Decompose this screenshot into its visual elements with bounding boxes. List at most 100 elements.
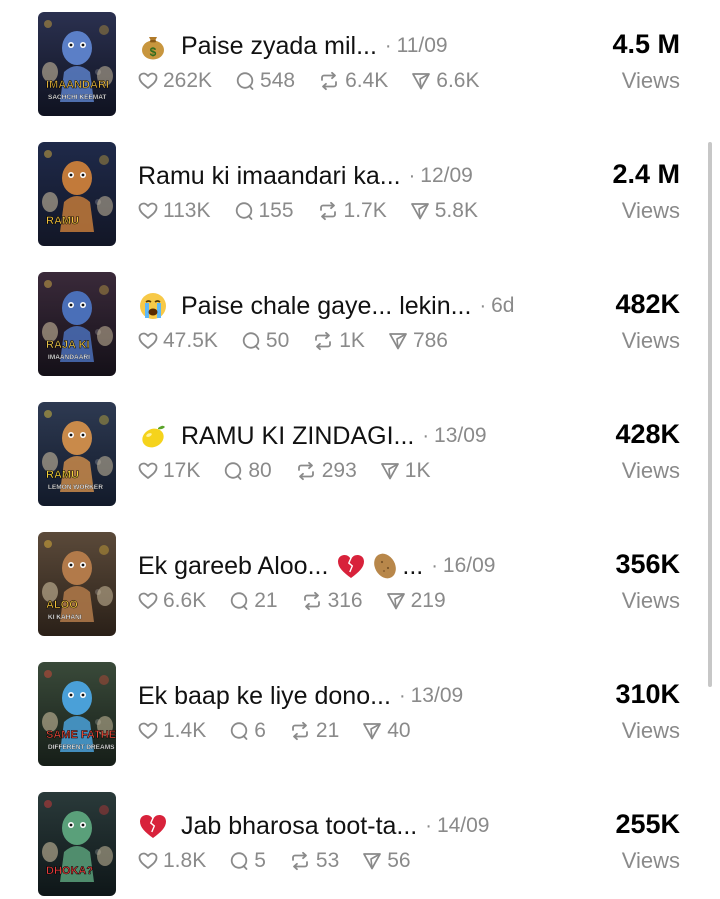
comments-stat: 155 xyxy=(234,199,294,223)
likes-count: 17K xyxy=(163,459,201,482)
likes-count: 1.8K xyxy=(163,849,207,872)
video-row[interactable]: IMAANDARI SACHCHI KEEMAT $ Paise zyada mil.… xyxy=(0,12,705,116)
share-icon xyxy=(362,721,387,741)
thumbnail-text: LEMON WORKER xyxy=(48,484,103,491)
likes-count: 1.4K xyxy=(163,719,207,742)
heart-icon xyxy=(138,721,163,741)
thumbnail-text: RAJA KI xyxy=(46,339,90,351)
video-thumbnail[interactable]: RAMU LEMON WORKER xyxy=(38,402,116,506)
video-stats: 47.5K 50 1K 786 xyxy=(138,326,448,356)
reposts-count: 316 xyxy=(327,589,363,612)
repost-icon xyxy=(312,331,339,351)
comments-stat: 21 xyxy=(229,589,278,613)
views-count: 2.4 M xyxy=(612,159,680,189)
separator-dot: · xyxy=(398,684,406,707)
separator-dot: · xyxy=(425,814,432,837)
views-label: Views xyxy=(621,718,680,743)
video-row[interactable]: RAMU Ramu ki imaandari ka... · 12/09 113K 155… xyxy=(0,142,705,246)
video-row[interactable]: SAME FATHER DIFFERENT DREAMS Ek baap ke li… xyxy=(0,662,705,766)
thumbnail-text: DIFFERENT DREAMS xyxy=(48,744,115,751)
video-thumbnail[interactable]: RAMU xyxy=(38,142,116,246)
separator-dot: · xyxy=(408,164,416,187)
comments-stat: 5 xyxy=(229,849,266,873)
separator-dot: · xyxy=(431,554,438,577)
reposts-count: 6.4K xyxy=(345,69,389,92)
reposts-count: 293 xyxy=(321,459,357,482)
reposts-stat: 1K xyxy=(312,329,365,353)
video-row[interactable]: DHOKA? Jab bharosa toot-ta... · 14/09 1.8K 5 5… xyxy=(0,792,705,896)
likes-stat: 47.5K xyxy=(138,329,218,353)
video-title-line[interactable]: $ Paise zyada mil... · 11/09 xyxy=(138,28,448,64)
video-stats: 1.4K 6 21 40 xyxy=(138,716,411,746)
video-stats: 6.6K 21 316 219 xyxy=(138,586,446,616)
video-title: Ek baap ke liye dono... xyxy=(138,681,391,710)
video-title-line[interactable]: Jab bharosa toot-ta... · 14/09 xyxy=(138,808,490,844)
likes-count: 113K xyxy=(163,199,211,222)
comment-icon xyxy=(229,851,254,871)
views-label: Views xyxy=(621,68,680,93)
comments-count: 50 xyxy=(265,329,290,352)
thumbnail-text: RAMU xyxy=(46,215,79,227)
video-thumbnail[interactable]: IMAANDARI SACHCHI KEEMAT xyxy=(38,12,116,116)
video-title: Ramu ki imaandari ka... xyxy=(138,161,401,190)
svg-text:$: $ xyxy=(150,45,157,59)
views-count: 356K xyxy=(615,549,680,579)
video-title: RAMU KI ZINDAGI... xyxy=(181,421,415,450)
share-icon xyxy=(411,71,436,91)
shares-stat: 1K xyxy=(380,459,431,483)
comment-icon xyxy=(241,331,266,351)
video-title-line[interactable]: RAMU KI ZINDAGI... · 13/09 xyxy=(138,418,487,454)
likes-stat: 262K xyxy=(138,69,212,93)
video-title-line[interactable]: Paise chale gaye... lekin... · 6d xyxy=(138,288,514,324)
thumbnail-text: SACHCHI KEEMAT xyxy=(48,94,106,101)
video-title: Jab bharosa toot-ta... xyxy=(181,811,418,840)
share-icon xyxy=(380,461,405,481)
shares-count: 6.6K xyxy=(436,69,480,92)
scrollbar[interactable] xyxy=(708,142,712,687)
video-date: 13/09 xyxy=(410,684,464,707)
views-label: Views xyxy=(621,328,680,353)
video-date: 16/09 xyxy=(442,554,496,577)
comment-icon xyxy=(229,721,254,741)
reposts-stat: 316 xyxy=(301,589,363,613)
video-title: Paise zyada mil... xyxy=(181,31,377,60)
video-thumbnail[interactable]: SAME FATHER DIFFERENT DREAMS xyxy=(38,662,116,766)
heart-icon xyxy=(138,331,163,351)
repost-icon xyxy=(289,721,316,741)
shares-count: 1K xyxy=(404,459,431,482)
video-row[interactable]: ALOO KI KAHANI Ek gareeb Aloo...... · 16/09 6… xyxy=(0,532,705,636)
likes-stat: 113K xyxy=(138,199,211,223)
heart-icon xyxy=(138,71,163,91)
thumbnail-text: RAMU xyxy=(46,469,79,481)
repost-icon xyxy=(295,461,322,481)
video-title-line[interactable]: Ek gareeb Aloo...... · 16/09 xyxy=(138,548,495,584)
money-bag-icon: $ xyxy=(138,31,168,61)
video-title: Ek gareeb Aloo... xyxy=(138,551,329,580)
shares-count: 5.8K xyxy=(434,199,478,222)
separator-dot: · xyxy=(479,294,487,317)
comments-count: 80 xyxy=(248,459,272,482)
video-title-line[interactable]: Ek baap ke liye dono... · 13/09 xyxy=(138,678,463,714)
likes-stat: 1.4K xyxy=(138,719,206,743)
video-title-line[interactable]: Ramu ki imaandari ka... · 12/09 xyxy=(138,158,473,194)
video-thumbnail[interactable]: ALOO KI KAHANI xyxy=(38,532,116,636)
shares-stat: 40 xyxy=(362,719,411,743)
video-thumbnail[interactable]: DHOKA? xyxy=(38,792,116,896)
likes-count: 6.6K xyxy=(163,589,207,612)
video-thumbnail[interactable]: RAJA KI IMAANDAARI xyxy=(38,272,116,376)
separator-dot: · xyxy=(422,424,430,447)
share-icon xyxy=(362,851,387,871)
comments-stat: 80 xyxy=(223,459,272,483)
video-row[interactable]: RAMU LEMON WORKER RAMU KI ZINDAGI... · 13/09… xyxy=(0,402,705,506)
video-row[interactable]: RAJA KI IMAANDAARI Paise chale gaye... lek… xyxy=(0,272,705,376)
comments-stat: 50 xyxy=(241,329,289,353)
likes-count: 262K xyxy=(163,69,213,92)
reposts-count: 1.7K xyxy=(343,199,387,222)
heart-icon xyxy=(138,851,163,871)
likes-stat: 1.8K xyxy=(138,849,206,873)
views-label: Views xyxy=(621,848,680,873)
heart-icon xyxy=(138,591,163,611)
video-date: 14/09 xyxy=(436,814,490,837)
comments-count: 548 xyxy=(260,69,296,92)
comment-icon xyxy=(234,201,259,221)
